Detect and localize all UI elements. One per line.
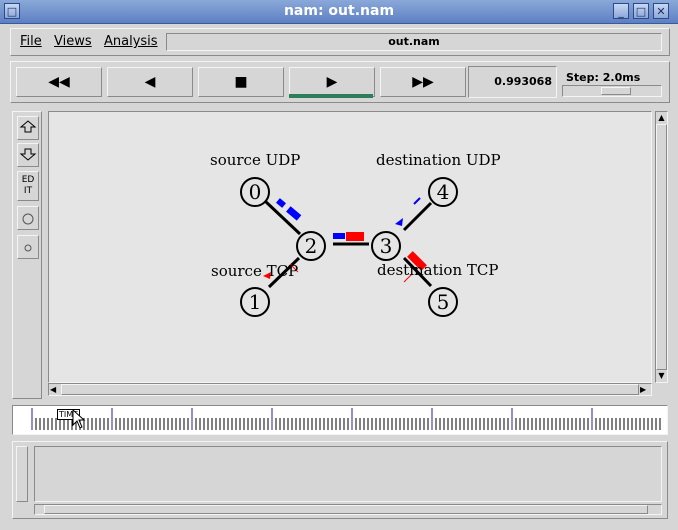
vertical-scroll-thumb[interactable]: [656, 124, 667, 370]
node-3[interactable]: 3: [371, 231, 401, 261]
scroll-left-icon[interactable]: ◀: [50, 384, 60, 395]
scroll-right-icon[interactable]: ▶: [640, 384, 650, 395]
horizontal-scroll-thumb[interactable]: [61, 384, 639, 395]
label-source-tcp: source TCP: [211, 262, 299, 280]
timeline-ticks: [31, 408, 661, 430]
node-2[interactable]: 2: [296, 231, 326, 261]
mouse-cursor-icon: [72, 409, 86, 429]
scroll-up-icon[interactable]: ▲: [656, 113, 667, 123]
node-5[interactable]: 5: [428, 287, 458, 317]
node-0[interactable]: 0: [240, 177, 270, 207]
node-4[interactable]: 4: [428, 177, 458, 207]
monitor-area: [34, 446, 662, 502]
label-source-udp: source UDP: [210, 151, 301, 169]
panel-resize-handle[interactable]: [16, 446, 28, 502]
scroll-down-icon[interactable]: ▼: [656, 371, 667, 381]
label-destination-tcp: destination TCP: [377, 261, 499, 279]
label-destination-udp: destination UDP: [376, 151, 501, 169]
link-3-4: [402, 201, 433, 232]
bottom-scroll-thumb[interactable]: [44, 505, 648, 514]
node-1[interactable]: 1: [240, 287, 270, 317]
